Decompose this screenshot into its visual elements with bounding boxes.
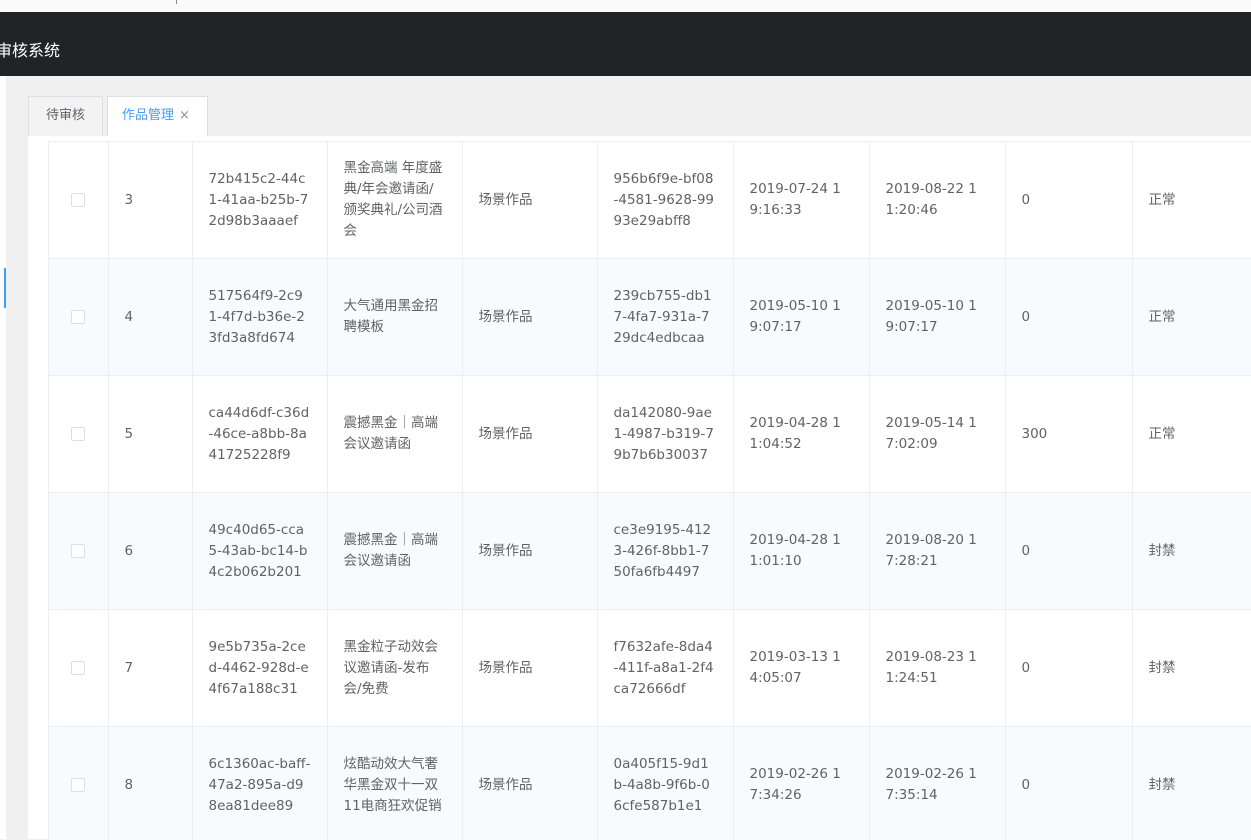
cell-index: 8 — [108, 727, 192, 840]
row-checkbox[interactable] — [71, 544, 85, 558]
cell-status: 封禁 — [1132, 493, 1251, 610]
tab-label: 待审核 — [46, 108, 85, 123]
cell-status: 正常 — [1132, 142, 1251, 259]
cell-name: 黑金高端 年度盛典/年会邀请函/颁奖典礼/公司酒会 — [327, 142, 462, 259]
table-row: 8 6c1360ac-baff-47a2-895a-d98ea81dee89 炫… — [49, 727, 1251, 840]
cell-id: 517564f9-2c91-4f7d-b36e-23fd3a8fd674 — [192, 259, 327, 376]
cell-created-time: 2019-05-10 19:07:17 — [733, 259, 869, 376]
tab-bar: 待审核 作品管理 × — [28, 96, 1251, 136]
cell-id: 6c1360ac-baff-47a2-895a-d98ea81dee89 — [192, 727, 327, 840]
row-checkbox[interactable] — [71, 778, 85, 792]
cell-id: ca44d6df-c36d-46ce-a8bb-8a41725228f9 — [192, 376, 327, 493]
cell-name: 黑金粒子动效会议邀请函-发布会/免费 — [327, 610, 462, 727]
cell-created-time: 2019-04-28 11:04:52 — [733, 376, 869, 493]
table-row: 5 ca44d6df-c36d-46ce-a8bb-8a41725228f9 震… — [49, 376, 1251, 493]
table-row: 4 517564f9-2c91-4f7d-b36e-23fd3a8fd674 大… — [49, 259, 1251, 376]
cell-id: 72b415c2-44c1-41aa-b25b-72d98b3aaaef — [192, 142, 327, 259]
select-cell — [49, 376, 108, 493]
cell-created-time: 2019-04-28 11:01:10 — [733, 493, 869, 610]
cell-name: 大气通用黑金招聘模板 — [327, 259, 462, 376]
cell-type: 场景作品 — [462, 493, 597, 610]
cell-name: 震撼黑金｜高端会议邀请函 — [327, 376, 462, 493]
content-gutter — [6, 76, 28, 839]
cell-count: 0 — [1005, 493, 1132, 610]
cell-index: 5 — [108, 376, 192, 493]
cell-count: 300 — [1005, 376, 1132, 493]
tab-pending-review[interactable]: 待审核 — [28, 96, 103, 136]
cell-created-time: 2019-03-13 14:05:07 — [733, 610, 869, 727]
row-checkbox[interactable] — [71, 427, 85, 441]
cell-user-id: f7632afe-8da4-411f-a8a1-2f4ca72666df — [597, 610, 733, 727]
table-row: 7 9e5b735a-2ced-4462-928d-e4f67a188c31 黑… — [49, 610, 1251, 727]
cell-updated-time: 2019-05-10 19:07:17 — [869, 259, 1005, 376]
select-cell — [49, 610, 108, 727]
cell-status: 正常 — [1132, 376, 1251, 493]
cell-user-id: 956b6f9e-bf08-4581-9628-9993e29abff8 — [597, 142, 733, 259]
divider — [176, 0, 177, 4]
cell-index: 6 — [108, 493, 192, 610]
select-cell — [49, 727, 108, 840]
cell-updated-time: 2019-08-20 17:28:21 — [869, 493, 1005, 610]
cell-status: 封禁 — [1132, 727, 1251, 840]
tab-label: 作品管理 — [122, 108, 174, 123]
select-cell — [49, 142, 108, 259]
cell-index: 7 — [108, 610, 192, 727]
cell-index: 4 — [108, 259, 192, 376]
table-row: 3 72b415c2-44c1-41aa-b25b-72d98b3aaaef 黑… — [49, 142, 1251, 259]
select-cell — [49, 259, 108, 376]
row-checkbox[interactable] — [71, 661, 85, 675]
works-table: 3 72b415c2-44c1-41aa-b25b-72d98b3aaaef 黑… — [48, 141, 1251, 840]
cell-status: 正常 — [1132, 259, 1251, 376]
table-row: 6 49c40d65-cca5-43ab-bc14-b4c2b062b201 震… — [49, 493, 1251, 610]
cell-type: 场景作品 — [462, 259, 597, 376]
cell-user-id: 0a405f15-9d1b-4a8b-9f6b-06cfe587b1e1 — [597, 727, 733, 840]
cell-index: 3 — [108, 142, 192, 259]
cell-type: 场景作品 — [462, 610, 597, 727]
app-title: 审核系统 — [0, 12, 60, 76]
cell-created-time: 2019-02-26 17:34:26 — [733, 727, 869, 840]
cell-name: 炫酷动效大气奢华黑金双十一双11电商狂欢促销 — [327, 727, 462, 840]
close-icon[interactable]: × — [179, 108, 190, 123]
row-checkbox[interactable] — [71, 310, 85, 324]
row-checkbox[interactable] — [71, 193, 85, 207]
cell-type: 场景作品 — [462, 142, 597, 259]
main-content: 3 72b415c2-44c1-41aa-b25b-72d98b3aaaef 黑… — [28, 136, 1251, 839]
cell-status: 封禁 — [1132, 610, 1251, 727]
cell-updated-time: 2019-08-23 11:24:51 — [869, 610, 1005, 727]
cell-count: 0 — [1005, 259, 1132, 376]
cell-user-id: da142080-9ae1-4987-b319-79b7b6b30037 — [597, 376, 733, 493]
cell-type: 场景作品 — [462, 376, 597, 493]
cell-updated-time: 2019-05-14 17:02:09 — [869, 376, 1005, 493]
cell-user-id: ce3e9195-4123-426f-8bb1-750fa6fb4497 — [597, 493, 733, 610]
cell-name: 震撼黑金｜高端会议邀请函 — [327, 493, 462, 610]
cell-created-time: 2019-07-24 19:16:33 — [733, 142, 869, 259]
cell-count: 0 — [1005, 142, 1132, 259]
tab-works-management[interactable]: 作品管理 × — [107, 96, 208, 136]
cell-id: 49c40d65-cca5-43ab-bc14-b4c2b062b201 — [192, 493, 327, 610]
cell-updated-time: 2019-02-26 17:35:14 — [869, 727, 1005, 840]
app-header: 审核系统 — [0, 12, 1251, 76]
cell-type: 场景作品 — [462, 727, 597, 840]
cell-count: 0 — [1005, 610, 1132, 727]
cell-id: 9e5b735a-2ced-4462-928d-e4f67a188c31 — [192, 610, 327, 727]
cell-updated-time: 2019-08-22 11:20:46 — [869, 142, 1005, 259]
cell-count: 0 — [1005, 727, 1132, 840]
cell-user-id: 239cb755-db17-4fa7-931a-729dc4edbcaa — [597, 259, 733, 376]
select-cell — [49, 493, 108, 610]
